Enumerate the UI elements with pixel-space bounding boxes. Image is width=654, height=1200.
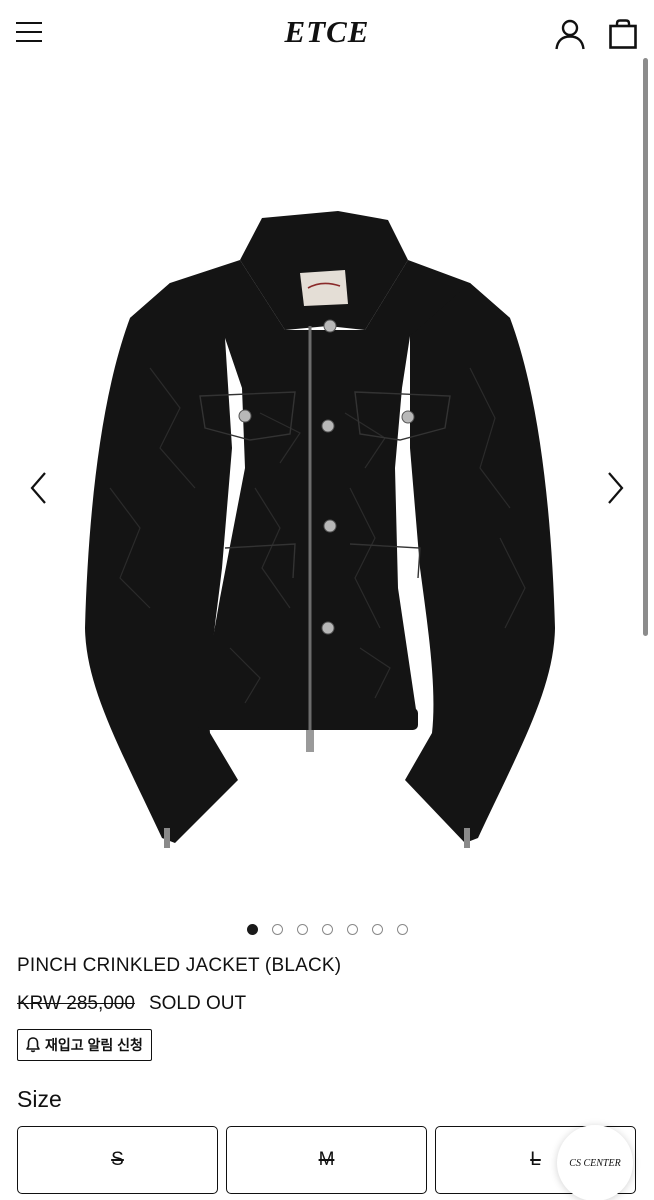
restock-alert-label: 재입고 알림 신청 [45, 1037, 143, 1053]
cs-center-button[interactable]: CS CENTER [557, 1125, 633, 1200]
carousel-dot-3[interactable] [296, 924, 308, 935]
site-header: ETCE [0, 0, 654, 68]
carousel-dot-7[interactable] [396, 924, 408, 935]
carousel-dot-4[interactable] [321, 924, 333, 935]
price-row: KRW 285,000 SOLD OUT [17, 993, 246, 1015]
carousel-dot-6[interactable] [371, 924, 383, 935]
carousel-dot-5[interactable] [346, 924, 358, 935]
restock-alert-button[interactable]: 재입고 알림 신청 [17, 1029, 152, 1061]
size-option-label: L [530, 1149, 541, 1170]
product-price: KRW 285,000 [17, 993, 135, 1014]
product-gallery[interactable] [0, 68, 654, 920]
chevron-right-icon[interactable] [600, 468, 630, 508]
user-icon[interactable] [553, 17, 587, 51]
size-option-label: M [318, 1149, 335, 1170]
size-label: Size [17, 1086, 62, 1112]
size-option-m[interactable]: M [226, 1126, 427, 1194]
bell-icon [26, 1037, 40, 1053]
carousel-dots [0, 924, 654, 936]
product-title: PINCH CRINKLED JACKET (BLACK) [17, 955, 342, 976]
chevron-left-icon[interactable] [24, 468, 54, 508]
hamburger-menu-icon[interactable] [16, 20, 44, 46]
product-image [85, 211, 555, 848]
carousel-dot-2[interactable] [271, 924, 283, 935]
size-option-label: S [111, 1149, 124, 1170]
sold-out-badge: SOLD OUT [148, 993, 247, 1014]
shopping-bag-icon[interactable] [606, 17, 640, 51]
carousel-dot-1[interactable] [246, 924, 258, 935]
size-option-s[interactable]: S [17, 1126, 218, 1194]
cs-center-label: CS CENTER [569, 1157, 621, 1169]
